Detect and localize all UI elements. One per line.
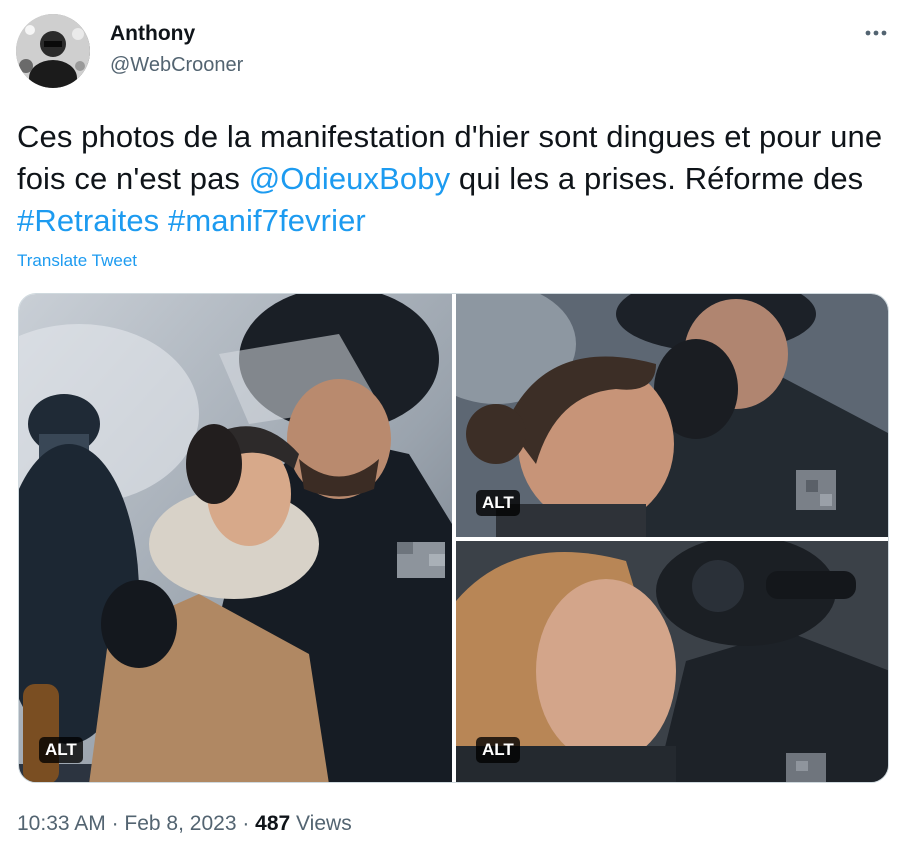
tweet-meta: 10:33 AM · Feb 8, 2023 · 487 Views: [17, 812, 352, 836]
views-label: Views: [290, 812, 352, 835]
tweet-date[interactable]: Feb 8, 2023: [124, 812, 236, 835]
more-horizontal-icon: [865, 30, 887, 36]
alt-badge[interactable]: ALT: [476, 737, 520, 763]
avatar-image: [16, 14, 90, 88]
tweet-text-part: qui les a prises. Réforme des: [450, 161, 864, 196]
photo-1[interactable]: ALT: [19, 294, 452, 782]
author-name[interactable]: Anthony: [110, 22, 195, 46]
tweet-time[interactable]: 10:33 AM: [17, 812, 106, 835]
views-count[interactable]: 487: [255, 812, 290, 835]
hashtag-link[interactable]: #manif7fevrier: [168, 203, 366, 238]
meta-separator: ·: [236, 812, 256, 835]
photo-2[interactable]: ALT: [456, 294, 888, 537]
alt-badge[interactable]: ALT: [476, 490, 520, 516]
media-grid: ALT ALT ALT: [18, 293, 889, 783]
tweet-text-space: [159, 203, 168, 238]
author-avatar[interactable]: [16, 14, 90, 88]
hashtag-link[interactable]: #Retraites: [17, 203, 159, 238]
translate-tweet-link[interactable]: Translate Tweet: [17, 251, 137, 271]
photo-1-image: [19, 294, 452, 782]
photo-3-image: [456, 541, 888, 782]
author-handle[interactable]: @WebCrooner: [110, 54, 243, 77]
tweet-text: Ces photos de la manifestation d'hier so…: [17, 116, 897, 242]
photo-2-image: [456, 294, 888, 537]
more-options-button[interactable]: [858, 18, 894, 48]
mention-link[interactable]: @OdieuxBoby: [249, 161, 450, 196]
photo-3[interactable]: ALT: [456, 541, 888, 782]
alt-badge[interactable]: ALT: [39, 737, 83, 763]
meta-separator: ·: [105, 812, 125, 835]
